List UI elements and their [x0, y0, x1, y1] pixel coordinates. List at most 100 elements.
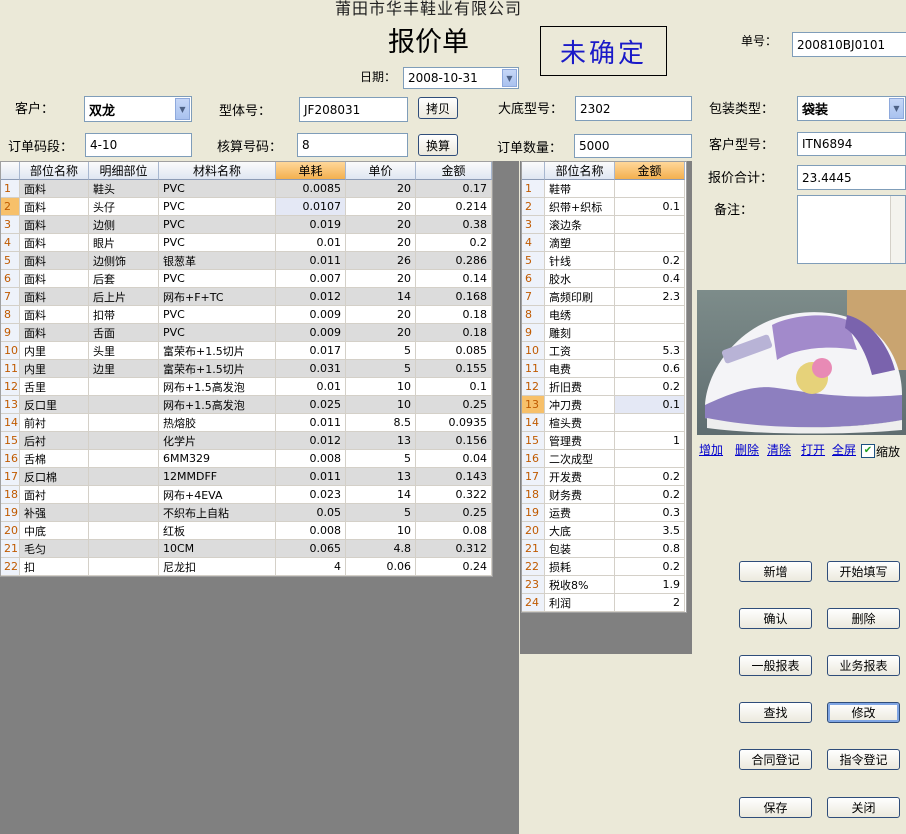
cell-material[interactable]: 网布+1.5高发泡 — [159, 396, 276, 414]
row-number[interactable]: 15 — [1, 432, 20, 450]
cell-consumption[interactable]: 0.019 — [276, 216, 346, 234]
cell-part[interactable]: 楦头费 — [545, 414, 615, 432]
row-number[interactable]: 13 — [522, 396, 545, 414]
row-number[interactable]: 22 — [522, 558, 545, 576]
cell-part[interactable]: 面衬 — [20, 486, 89, 504]
customer-select[interactable]: 双龙 ▼ — [84, 96, 192, 122]
cell-amount[interactable]: 0.1 — [615, 198, 685, 216]
cell-detail[interactable] — [89, 522, 159, 540]
cell-material[interactable]: 10CM — [159, 540, 276, 558]
cell-part[interactable]: 舌棉 — [20, 450, 89, 468]
cell-consumption[interactable]: 0.012 — [276, 288, 346, 306]
col-header-amount[interactable]: 金额 — [416, 162, 492, 180]
cell-part[interactable]: 鞋带 — [545, 180, 615, 198]
cell-amount[interactable]: 0.2 — [615, 486, 685, 504]
table-row[interactable]: 3 滚边条 — [522, 216, 685, 234]
cell-part[interactable]: 电费 — [545, 360, 615, 378]
cell-part[interactable]: 运费 — [545, 504, 615, 522]
model-field[interactable]: JF208031 — [299, 97, 408, 122]
cell-price[interactable]: 10 — [346, 396, 416, 414]
cell-price[interactable]: 5 — [346, 504, 416, 522]
zoom-checkbox[interactable]: ✔ — [861, 444, 875, 458]
cell-part[interactable]: 反口棉 — [20, 468, 89, 486]
table-row[interactable]: 1 鞋带 — [522, 180, 685, 198]
cell-amount[interactable]: 0.085 — [416, 342, 492, 360]
cell-part[interactable]: 高频印刷 — [545, 288, 615, 306]
table-row[interactable]: 11 电费 0.6 — [522, 360, 685, 378]
col-header-detail[interactable]: 明细部位 — [89, 162, 159, 180]
table-row[interactable]: 22 损耗 0.2 — [522, 558, 685, 576]
cell-material[interactable]: PVC — [159, 306, 276, 324]
sole-field[interactable]: 2302 — [575, 96, 692, 121]
cell-material[interactable]: 网布+4EVA — [159, 486, 276, 504]
calc-size-field[interactable]: 8 — [297, 133, 408, 157]
row-number[interactable]: 7 — [1, 288, 20, 306]
cell-detail[interactable]: 边侧饰 — [89, 252, 159, 270]
cell-part[interactable]: 折旧费 — [545, 378, 615, 396]
cell-detail[interactable] — [89, 378, 159, 396]
row-number[interactable]: 9 — [1, 324, 20, 342]
table-row[interactable]: 21 毛匀 10CM 0.065 4.8 0.312 — [1, 540, 492, 558]
cell-part[interactable]: 面料 — [20, 234, 89, 252]
row-number[interactable]: 5 — [1, 252, 20, 270]
table-row[interactable]: 16 舌棉 6MM329 0.008 5 0.04 — [1, 450, 492, 468]
cell-amount[interactable]: 0.286 — [416, 252, 492, 270]
copy-button[interactable]: 拷贝 — [418, 97, 458, 119]
cell-part[interactable]: 电绣 — [545, 306, 615, 324]
instruction-reg-button[interactable]: 指令登记 — [827, 749, 900, 770]
cell-detail[interactable]: 鞋头 — [89, 180, 159, 198]
table-row[interactable]: 18 财务费 0.2 — [522, 486, 685, 504]
row-number[interactable]: 14 — [522, 414, 545, 432]
cell-material[interactable]: 富荣布+1.5切片 — [159, 360, 276, 378]
cell-part[interactable]: 面料 — [20, 180, 89, 198]
row-number[interactable]: 3 — [522, 216, 545, 234]
cell-consumption[interactable]: 0.009 — [276, 306, 346, 324]
cell-amount[interactable]: 0.38 — [416, 216, 492, 234]
convert-button[interactable]: 换算 — [418, 134, 458, 156]
row-number[interactable]: 21 — [522, 540, 545, 558]
row-number[interactable]: 16 — [1, 450, 20, 468]
col-header-amount[interactable]: 金额 — [615, 162, 685, 180]
cell-part[interactable]: 滚边条 — [545, 216, 615, 234]
cell-amount[interactable]: 1 — [615, 432, 685, 450]
cell-amount[interactable]: 0.8 — [615, 540, 685, 558]
cell-detail[interactable]: 头仔 — [89, 198, 159, 216]
cell-material[interactable]: PVC — [159, 270, 276, 288]
image-open-link[interactable]: 打开 — [801, 441, 825, 458]
cell-part[interactable]: 雕刻 — [545, 324, 615, 342]
cell-part[interactable]: 补强 — [20, 504, 89, 522]
delete-button[interactable]: 删除 — [827, 608, 900, 629]
cell-amount[interactable] — [615, 306, 685, 324]
table-row[interactable]: 1 面料 鞋头 PVC 0.0085 20 0.17 — [1, 180, 492, 198]
cell-price[interactable]: 13 — [346, 432, 416, 450]
total-field[interactable]: 23.4445 — [797, 165, 906, 190]
cell-consumption[interactable]: 0.05 — [276, 504, 346, 522]
row-number[interactable]: 24 — [522, 594, 545, 612]
table-row[interactable]: 20 中底 红板 0.008 10 0.08 — [1, 522, 492, 540]
table-row[interactable]: 5 针线 0.2 — [522, 252, 685, 270]
table-row[interactable]: 9 雕刻 — [522, 324, 685, 342]
row-number[interactable]: 8 — [522, 306, 545, 324]
image-add-link[interactable]: 增加 — [699, 441, 723, 458]
cell-amount[interactable] — [615, 234, 685, 252]
row-number[interactable]: 7 — [522, 288, 545, 306]
cell-amount[interactable]: 2 — [615, 594, 685, 612]
cell-consumption[interactable]: 0.008 — [276, 522, 346, 540]
image-clear-link[interactable]: 清除 — [767, 441, 791, 458]
cell-amount[interactable]: 0.143 — [416, 468, 492, 486]
cell-detail[interactable] — [89, 540, 159, 558]
cell-price[interactable]: 5 — [346, 342, 416, 360]
row-number[interactable]: 5 — [522, 252, 545, 270]
chevron-down-icon[interactable]: ▼ — [502, 69, 517, 87]
remark-scrollbar[interactable] — [890, 196, 905, 263]
table-row[interactable]: 19 运费 0.3 — [522, 504, 685, 522]
cell-amount[interactable]: 3.5 — [615, 522, 685, 540]
row-number[interactable]: 20 — [1, 522, 20, 540]
row-number[interactable]: 11 — [522, 360, 545, 378]
table-row[interactable]: 13 反口里 网布+1.5高发泡 0.025 10 0.25 — [1, 396, 492, 414]
cell-part[interactable]: 面料 — [20, 198, 89, 216]
cell-amount[interactable]: 0.24 — [416, 558, 492, 576]
cell-amount[interactable]: 0.18 — [416, 324, 492, 342]
row-number[interactable]: 10 — [1, 342, 20, 360]
cell-amount[interactable]: 0.08 — [416, 522, 492, 540]
